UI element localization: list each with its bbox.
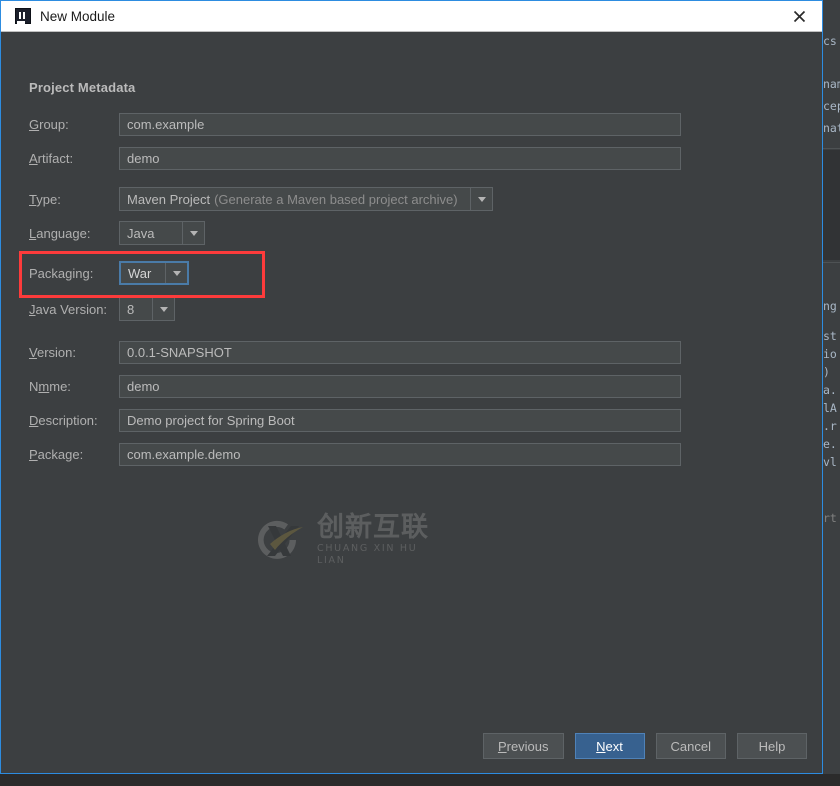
ide-code-fragment: cs: [823, 34, 837, 48]
label-java-version: Java Version:: [29, 301, 108, 317]
watermark: 创新互联 CHUANG XIN HU LIAN: [251, 510, 441, 570]
label-name: Nmme:: [29, 378, 71, 394]
ide-code-fragment: lA: [823, 401, 837, 415]
ide-code-fragment: nam: [823, 77, 840, 91]
ide-code-fragment: ng: [823, 299, 837, 313]
form-row-name: Nmme: demo: [29, 374, 681, 398]
package-input[interactable]: com.example.demo: [119, 442, 681, 466]
form-row-package: Package: com.example.demo: [29, 442, 681, 466]
label-artifact: Artifact:: [29, 150, 74, 166]
java-version-combo-value: 8: [127, 301, 135, 317]
ide-divider: [823, 262, 840, 263]
form-row-group: Group: com.example: [29, 112, 681, 136]
help-button[interactable]: Help: [737, 733, 807, 759]
ide-code-fragment: io: [823, 347, 837, 361]
description-input[interactable]: Demo project for Spring Boot: [119, 408, 681, 432]
chevron-down-icon[interactable]: [182, 222, 204, 244]
ide-divider: [823, 148, 840, 149]
packaging-combo-value: War: [128, 265, 152, 281]
label-package: Package:: [29, 446, 84, 462]
new-module-dialog: New Module Project Metadata Group: com.ex…: [0, 0, 823, 774]
dialog-title: New Module: [40, 8, 116, 24]
intellij-idea-icon: [15, 8, 31, 24]
artifact-input[interactable]: demo: [119, 146, 681, 170]
chevron-down-icon[interactable]: [152, 298, 174, 320]
close-icon[interactable]: [776, 1, 822, 31]
type-combo-hint: (Generate a Maven based project archive): [214, 191, 458, 207]
label-packaging: Packaging:: [29, 265, 94, 281]
ide-code-fragment: vl: [823, 455, 837, 469]
chevron-down-icon[interactable]: [165, 263, 187, 283]
page-title: Project Metadata: [29, 80, 136, 95]
screen-root: rx,TTrqqqrrrTerdp@ csnamcepnatngstio)a.l…: [0, 0, 840, 786]
dialog-footer: Previous Next Cancel Help: [1, 719, 822, 773]
ide-bottom-strip: [0, 774, 840, 786]
ide-code-fragment: e.: [823, 437, 837, 451]
ide-code-fragment: rt: [823, 511, 837, 525]
dialog-titlebar[interactable]: New Module: [1, 1, 822, 32]
cancel-button[interactable]: Cancel: [655, 733, 726, 759]
form-row-type: Type: Maven Project (Generate a Maven base…: [29, 187, 493, 211]
form-row-artifact: Artifact: demo: [29, 146, 681, 170]
form-row-packaging: Packaging: War: [29, 261, 189, 285]
group-input[interactable]: com.example: [119, 112, 681, 136]
label-version: Version:: [29, 344, 76, 360]
dialog-content: Project Metadata Group: com.example Artifa…: [1, 32, 822, 719]
watermark-cn-text: 创新互联: [317, 512, 429, 543]
form-row-language: Language: Java: [29, 221, 205, 245]
watermark-en-text: CHUANG XIN HU LIAN: [317, 543, 418, 566]
ide-code-fragment: ): [823, 365, 830, 379]
chevron-down-icon[interactable]: [470, 188, 492, 210]
form-row-version: Version: 0.0.1-SNAPSHOT: [29, 340, 681, 364]
ide-code-fragment: nat: [823, 121, 840, 135]
label-type: Type:: [29, 191, 61, 207]
ide-code-fragment: cep: [823, 99, 840, 113]
form-row-description: Description: Demo project for Spring Boot: [29, 408, 681, 432]
ide-code-fragment: st: [823, 329, 837, 343]
type-combo-value: Maven Project (Generate a Maven based pro…: [127, 191, 458, 207]
previous-button[interactable]: Previous: [482, 733, 564, 759]
ide-right-panel: [823, 150, 840, 260]
name-input[interactable]: demo: [119, 374, 681, 398]
ide-code-fragment: a.: [823, 383, 837, 397]
language-combo[interactable]: Java: [119, 221, 205, 245]
packaging-combo[interactable]: War: [119, 261, 189, 285]
ide-code-fragment: .r: [823, 419, 837, 433]
java-version-combo[interactable]: 8: [119, 297, 175, 321]
form-row-java-version: Java Version: 8: [29, 297, 175, 321]
type-combo[interactable]: Maven Project (Generate a Maven based pro…: [119, 187, 493, 211]
next-button[interactable]: Next: [574, 733, 645, 759]
label-language: Language:: [29, 225, 91, 241]
version-input[interactable]: 0.0.1-SNAPSHOT: [119, 340, 681, 364]
chuangxin-hulian-logo-icon: [258, 520, 303, 559]
language-combo-value: Java: [127, 225, 155, 241]
label-group: Group:: [29, 116, 69, 132]
label-description: Description:: [29, 412, 98, 428]
